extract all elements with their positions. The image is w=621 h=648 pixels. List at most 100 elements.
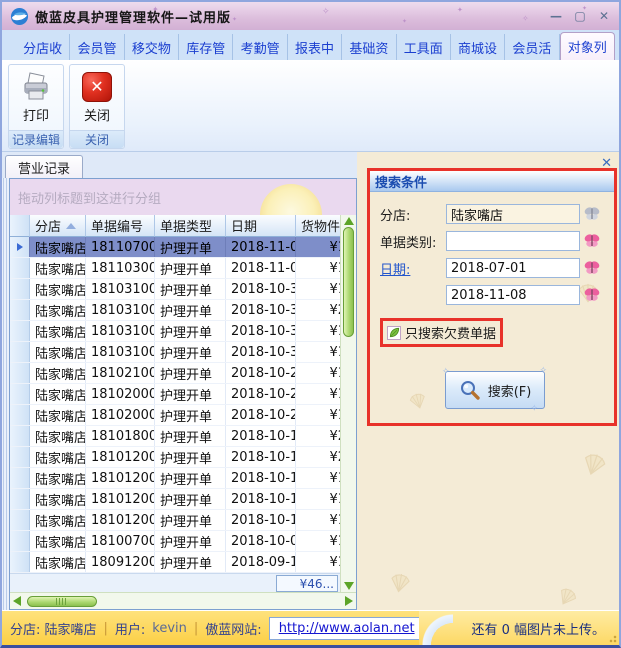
butterfly-picker-icon[interactable] xyxy=(582,260,602,276)
table-row[interactable]: 陆家嘴店 181020001 护理开单 2018-10-20 ¥1 xyxy=(10,405,340,426)
cell-amount: ¥1 xyxy=(296,321,340,341)
menu-tab[interactable]: 商城设 xyxy=(451,34,505,60)
scroll-right-icon[interactable] xyxy=(345,596,353,606)
menu-tab[interactable]: 工具面 xyxy=(397,34,451,60)
cell-doc-type: 护理开单 xyxy=(155,363,226,383)
cell-store: 陆家嘴店 xyxy=(30,426,86,446)
table-row[interactable]: 陆家嘴店 181031001 护理开单 2018-10-31 ¥1 xyxy=(10,342,340,363)
titlebar: ✦✦ ✧✦ ✦✧ ✧✦ 傲蓝皮具护理管理软件—试用版 — ▢ ✕ xyxy=(2,2,619,30)
sort-asc-icon xyxy=(66,223,76,229)
table-row[interactable]: 陆家嘴店 181012007 护理开单 2018-10-12 ¥2 xyxy=(10,447,340,468)
table-row[interactable]: 陆家嘴店 181012001 护理开单 2018-10-12 ¥1 xyxy=(10,510,340,531)
cell-store: 陆家嘴店 xyxy=(30,384,86,404)
table-row[interactable]: 陆家嘴店 181031004 护理开单 2018-10-31 ¥1 xyxy=(10,279,340,300)
row-indicator xyxy=(10,510,30,530)
scroll-up-icon[interactable] xyxy=(344,217,354,225)
cell-doc-no: 180912001 xyxy=(86,552,155,572)
menu-tab[interactable]: 报表中 xyxy=(288,34,342,60)
row-indicator xyxy=(10,258,30,278)
menu-tab[interactable]: 对象列 xyxy=(560,32,615,60)
group-by-bar[interactable]: 拖动列标题到这进行分组 xyxy=(10,179,356,215)
menu-tab[interactable]: 库存管 xyxy=(179,34,233,60)
cell-doc-type: 护理开单 xyxy=(155,468,226,488)
cell-store: 陆家嘴店 xyxy=(30,405,86,425)
cell-doc-type: 护理开单 xyxy=(155,342,226,362)
annotation-red-rectangle-checkbox: 只搜索欠费单据 xyxy=(380,318,503,347)
scroll-left-icon[interactable] xyxy=(13,596,21,606)
cell-doc-no: 181012007 xyxy=(86,447,155,467)
horizontal-scrollbar[interactable] xyxy=(10,592,356,609)
panel-close-icon[interactable]: ✕ xyxy=(601,156,612,171)
shell-icon xyxy=(385,570,414,596)
store-field[interactable] xyxy=(446,204,580,224)
category-label: 单据类别: xyxy=(380,232,446,251)
cell-date: 2018-10-31 xyxy=(226,342,296,362)
cell-doc-type: 护理开单 xyxy=(155,321,226,341)
site-url-link[interactable]: http://www.aolan.net xyxy=(279,621,415,636)
table-row[interactable]: 陆家嘴店 181007001 护理开单 2018-10-07 ¥1 xyxy=(10,531,340,552)
cell-date: 2018-10-31 xyxy=(226,279,296,299)
hscroll-thumb[interactable] xyxy=(27,596,97,607)
date-label-link[interactable]: 日期: xyxy=(380,259,446,278)
left-splitter[interactable] xyxy=(2,178,9,610)
cell-date: 2018-10-31 xyxy=(226,300,296,320)
records-column: 营业记录 拖动列标题到这进行分组 分店 xyxy=(2,152,357,610)
column-header-doc-no[interactable]: 单据编号 xyxy=(86,215,155,237)
table-row[interactable]: 陆家嘴店 181031003 护理开单 2018-10-31 ¥2 xyxy=(10,300,340,321)
row-indicator xyxy=(10,237,30,257)
column-header-date[interactable]: 日期 xyxy=(226,215,296,237)
site-url-box: http://www.aolan.net xyxy=(269,617,425,640)
table-row[interactable]: 陆家嘴店 181020002 护理开单 2018-10-20 ¥1 xyxy=(10,384,340,405)
table-row[interactable]: 陆家嘴店 181012005 护理开单 2018-10-12 ¥1 xyxy=(10,468,340,489)
menu-tab[interactable]: 会员活 xyxy=(505,34,559,60)
category-field[interactable] xyxy=(446,231,580,251)
row-indicator xyxy=(10,384,30,404)
butterfly-picker-icon[interactable] xyxy=(582,287,602,303)
cell-doc-no: 181012005 xyxy=(86,468,155,488)
print-button[interactable]: 打印 xyxy=(9,65,63,130)
column-header-items[interactable]: 货物件数 xyxy=(296,215,340,237)
close-red-icon: ✕ xyxy=(82,72,112,102)
menu-tab[interactable]: 移交物 xyxy=(125,34,179,60)
column-header-doc-type[interactable]: 单据类型 xyxy=(155,215,226,237)
printer-icon xyxy=(20,72,52,102)
butterfly-picker-icon[interactable] xyxy=(582,206,602,222)
vscroll-thumb[interactable] xyxy=(343,227,354,337)
close-view-button[interactable]: ✕ 关闭 xyxy=(70,65,124,130)
table-row[interactable]: 陆家嘴店 181018001 护理开单 2018-10-18 ¥2 xyxy=(10,426,340,447)
butterfly-picker-icon[interactable] xyxy=(582,233,602,249)
table-row[interactable]: 陆家嘴店 181021001 护理开单 2018-10-21 ¥1 xyxy=(10,363,340,384)
row-indicator xyxy=(10,552,30,572)
menu-tab[interactable]: 基础资 xyxy=(342,34,396,60)
table-row[interactable]: 陆家嘴店 181031002 护理开单 2018-10-31 ¥1 xyxy=(10,321,340,342)
main-area: 营业记录 拖动列标题到这进行分组 分店 xyxy=(2,152,619,610)
cell-store: 陆家嘴店 xyxy=(30,468,86,488)
scroll-down-icon[interactable] xyxy=(344,582,354,590)
cell-doc-type: 护理开单 xyxy=(155,510,226,530)
vertical-scrollbar[interactable] xyxy=(340,215,356,592)
resize-grip[interactable] xyxy=(607,633,617,643)
tab-business-records[interactable]: 营业记录 xyxy=(5,155,83,178)
cell-store: 陆家嘴店 xyxy=(30,489,86,509)
shell-icon xyxy=(552,582,583,610)
table-row[interactable]: 陆家嘴店 181103001 护理开单 2018-11-03 ¥1 xyxy=(10,258,340,279)
maximize-icon[interactable]: ▢ xyxy=(571,9,589,24)
close-icon[interactable]: ✕ xyxy=(595,9,613,24)
table-row[interactable]: 陆家嘴店 181107001 护理开单 2018-11-07 ¥1 xyxy=(10,237,340,258)
date-from-field[interactable] xyxy=(446,258,580,278)
unpaid-only-checkbox[interactable] xyxy=(387,326,401,340)
cell-doc-no: 181031002 xyxy=(86,321,155,341)
menu-tab[interactable]: 考勤管 xyxy=(233,34,287,60)
search-button[interactable]: ✧ ✧ ✧ 搜索(F) xyxy=(445,371,545,409)
menu-tab[interactable]: 会员管 xyxy=(70,34,124,60)
search-icon xyxy=(459,379,481,401)
date-to-field[interactable] xyxy=(446,285,580,305)
cell-store: 陆家嘴店 xyxy=(30,552,86,572)
table-row[interactable]: 陆家嘴店 181012003 护理开单 2018-10-12 ¥1 xyxy=(10,489,340,510)
menu-tab[interactable]: 分店收 xyxy=(16,34,70,60)
cell-date: 2018-10-07 xyxy=(226,531,296,551)
column-header-store[interactable]: 分店 xyxy=(30,215,86,237)
cell-doc-no: 181012003 xyxy=(86,489,155,509)
minimize-icon[interactable]: — xyxy=(547,9,565,24)
table-row[interactable]: 陆家嘴店 180912001 护理开单 2018-09-12 ¥1 xyxy=(10,552,340,573)
